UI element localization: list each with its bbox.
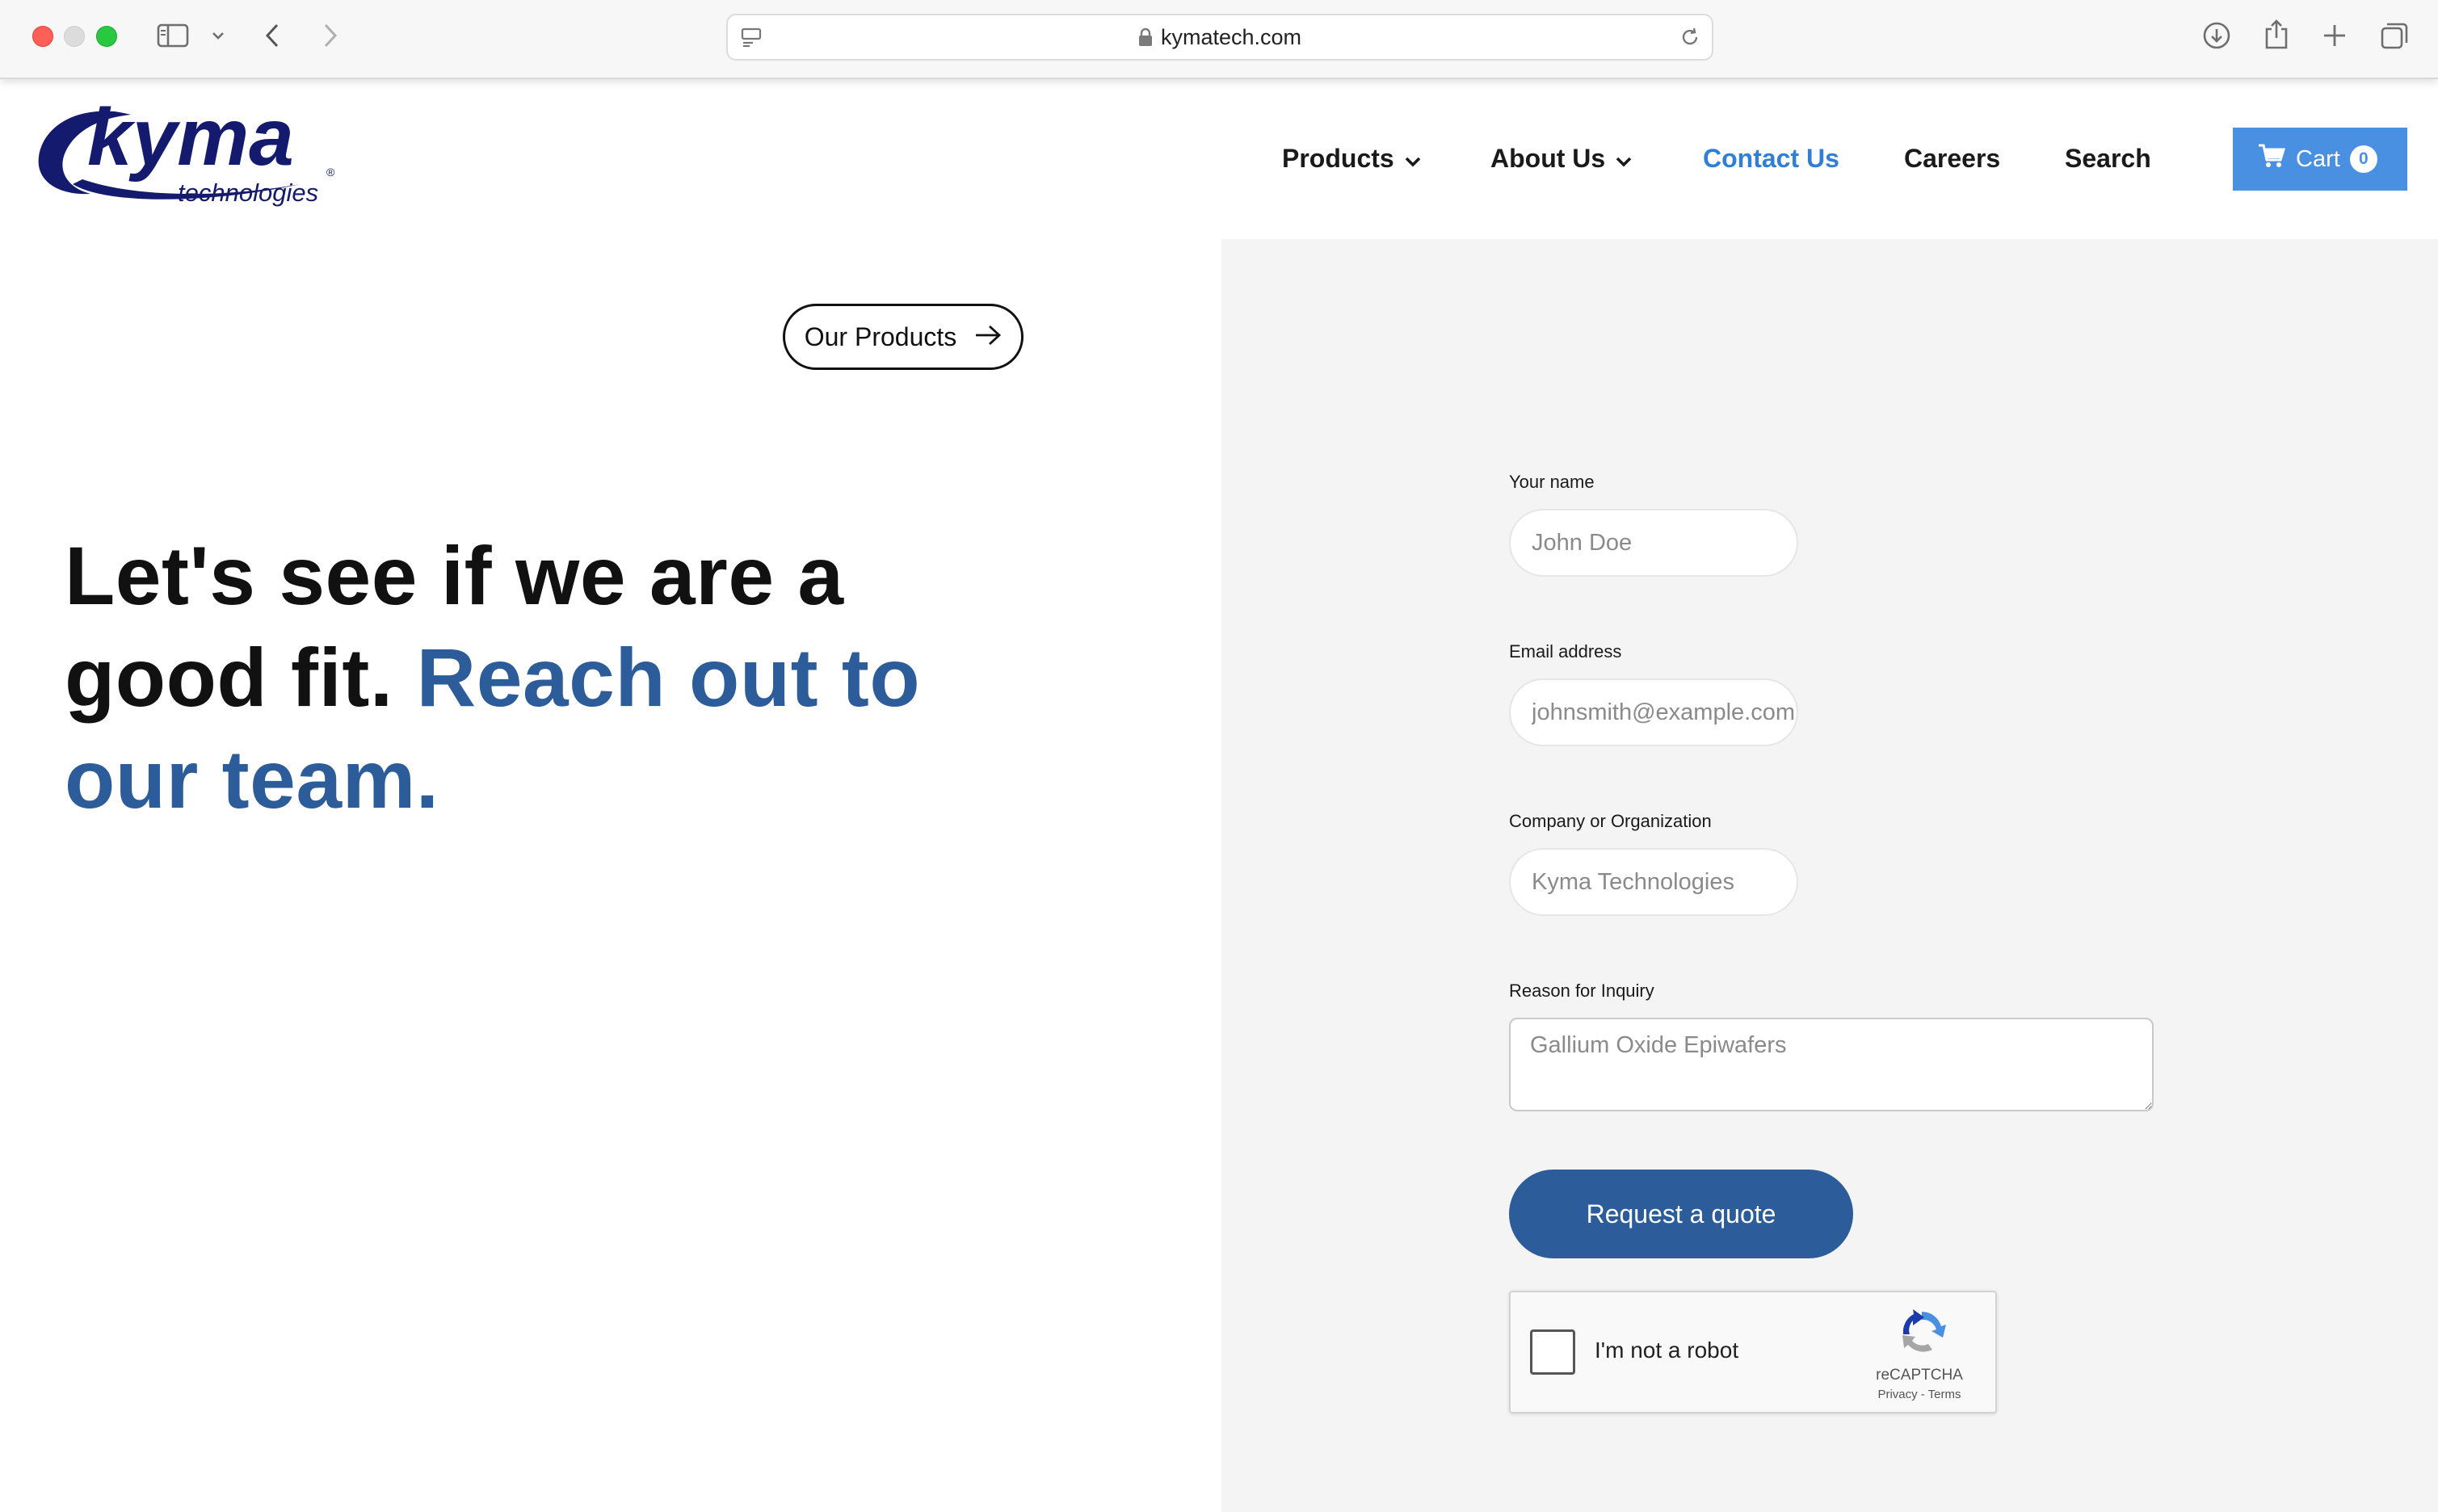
reason-textarea[interactable]: [1509, 1018, 2154, 1111]
nav-about-label: About Us: [1490, 144, 1606, 173]
company-input[interactable]: [1509, 848, 1798, 916]
logo-wordmark: kyma: [87, 100, 294, 183]
our-products-button[interactable]: Our Products: [783, 304, 1024, 370]
name-input[interactable]: [1509, 509, 1798, 577]
nav-products-label: Products: [1282, 144, 1394, 173]
reason-label: Reason for Inquiry: [1509, 981, 1654, 1001]
nav-contact-label: Contact Us: [1703, 144, 1839, 173]
nav-contact-us[interactable]: Contact Us: [1703, 139, 1839, 178]
zoom-window-button[interactable]: [96, 26, 117, 47]
recaptcha-brand: reCAPTCHA: [1876, 1367, 1963, 1384]
browser-toolbar: kymatech.com: [0, 0, 2438, 79]
nav-about-us[interactable]: About Us: [1490, 139, 1633, 178]
cart-count-badge: 0: [2349, 145, 2377, 173]
recaptcha-label: I'm not a robot: [1595, 1338, 1739, 1363]
nav-careers[interactable]: Careers: [1904, 139, 2000, 178]
cart-button[interactable]: Cart 0: [2233, 128, 2407, 191]
hero-headline: Let's see if we are a good fit. Reach ou…: [65, 525, 1034, 830]
cart-icon: [2257, 143, 2286, 175]
name-label: Your name: [1509, 472, 1595, 492]
our-products-label: Our Products: [804, 321, 957, 351]
company-label: Company or Organization: [1509, 811, 1712, 831]
nav-careers-label: Careers: [1904, 144, 2001, 173]
downloads-icon[interactable]: [2201, 19, 2233, 52]
arrow-right-icon: [974, 322, 1002, 352]
nav-search[interactable]: Search: [2065, 139, 2151, 178]
logo-registered-mark: ®: [326, 166, 335, 178]
nav-search-label: Search: [2065, 144, 2151, 173]
minimize-window-button[interactable]: [64, 26, 85, 47]
back-arrow-icon[interactable]: [260, 19, 284, 52]
new-tab-icon[interactable]: [2320, 21, 2349, 50]
lock-icon: [1138, 18, 1153, 61]
url-text: kymatech.com: [1160, 25, 1302, 49]
request-quote-label: Request a quote: [1586, 1199, 1776, 1228]
recaptcha-logo-icon: [1897, 1307, 1947, 1359]
close-window-button[interactable]: [32, 26, 53, 47]
recaptcha-checkbox[interactable]: [1530, 1329, 1575, 1375]
kyma-logo[interactable]: kyma technologies ®: [34, 92, 341, 213]
recaptcha-privacy-terms-link[interactable]: Privacy - Terms: [1866, 1388, 1973, 1401]
url-display: kymatech.com: [728, 15, 1712, 59]
cart-label: Cart: [2296, 145, 2340, 172]
address-bar[interactable]: kymatech.com: [726, 14, 1713, 61]
chevron-down-icon: [1404, 139, 1422, 178]
sidebar-toggle-icon[interactable]: [155, 21, 191, 50]
recaptcha-widget: I'm not a robot reCAPTCHA Privacy - Term…: [1509, 1291, 1997, 1413]
email-label: Email address: [1509, 641, 1622, 662]
email-input[interactable]: [1509, 678, 1798, 746]
chevron-down-icon: [1615, 139, 1633, 178]
request-quote-button[interactable]: Request a quote: [1509, 1170, 1853, 1258]
nav-products[interactable]: Products: [1282, 139, 1422, 178]
chevron-down-icon[interactable]: [208, 26, 228, 45]
tab-overview-icon[interactable]: [2378, 19, 2411, 52]
logo-subtext: technologies: [178, 178, 318, 207]
share-icon[interactable]: [2260, 16, 2293, 52]
forward-arrow-icon[interactable]: [318, 19, 343, 52]
reload-icon[interactable]: [1678, 25, 1702, 49]
